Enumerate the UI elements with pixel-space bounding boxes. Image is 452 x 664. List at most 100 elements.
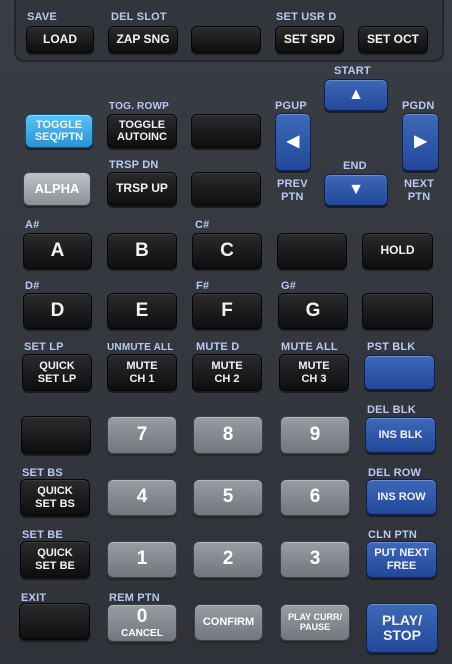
quick-set-lp-button[interactable]: QUICK SET LP: [22, 354, 92, 391]
label-end: END: [343, 160, 367, 172]
blank-key-row2[interactable]: [191, 114, 261, 148]
blank-key-row3[interactable]: [191, 172, 261, 206]
digit-3-label: 3: [309, 548, 321, 570]
digit-6-button[interactable]: 6: [280, 479, 350, 516]
digit-3-button[interactable]: 3: [280, 541, 350, 578]
insert-block-button[interactable]: INS BLK: [365, 417, 436, 453]
label-pst-blk: PST BLK: [367, 341, 416, 353]
digit-7-label: 7: [136, 423, 148, 445]
toggle-autoinc-label-line2: AUTOINC: [117, 131, 167, 143]
paste-block-button[interactable]: [364, 355, 435, 390]
mute-ch2-line1: MUTE: [211, 360, 243, 373]
note-c-label: C: [220, 239, 234, 261]
note-e-label: E: [135, 299, 149, 321]
transpose-up-button[interactable]: TRSP UP: [107, 172, 177, 206]
put-next-free-line2: FREE: [386, 559, 417, 572]
down-arrow-button[interactable]: ▼: [324, 174, 388, 206]
note-g-label: G: [305, 299, 321, 321]
mute-ch3-button[interactable]: MUTE CH 3: [279, 354, 349, 391]
label-cln-ptn: CLN PTN: [368, 529, 418, 541]
label-del-row: DEL ROW: [368, 467, 422, 479]
blank-key-row4[interactable]: [277, 233, 347, 269]
play-stop-button[interactable]: PLAY/ STOP: [366, 603, 438, 653]
play-stop-line2: STOP: [383, 627, 421, 643]
digit-2-label: 2: [222, 548, 234, 570]
zero-cancel-button[interactable]: 0 CANCEL: [107, 604, 177, 642]
mute-ch1-line2: CH 1: [129, 372, 155, 385]
right-arrow-button[interactable]: ▶: [402, 113, 439, 171]
quick-set-be-line2: SET BE: [35, 559, 75, 572]
label-a-sharp: A#: [25, 219, 40, 231]
load-button[interactable]: LOAD: [26, 26, 94, 53]
insert-row-button[interactable]: INS ROW: [366, 479, 437, 515]
note-f-button[interactable]: F: [192, 293, 262, 329]
label-pgup: PGUP: [275, 100, 307, 112]
blank-key-row1[interactable]: [191, 26, 261, 53]
digit-4-button[interactable]: 4: [107, 479, 177, 516]
alpha-label: ALPHA: [34, 180, 80, 196]
digit-9-button[interactable]: 9: [280, 416, 350, 454]
digit-6-label: 6: [309, 486, 321, 508]
left-arrow-button[interactable]: ◀: [275, 113, 311, 171]
play-current-line2: PAUSE: [299, 621, 331, 632]
mute-ch1-button[interactable]: MUTE CH 1: [107, 354, 177, 391]
quick-set-bs-button[interactable]: QUICK SET BS: [20, 479, 90, 516]
digit-7-button[interactable]: 7: [107, 416, 177, 454]
label-f-sharp: F#: [196, 280, 210, 292]
toggle-autoinc-button[interactable]: TOGGLE AUTOINC: [107, 114, 177, 148]
quick-set-lp-line2: SET LP: [37, 372, 77, 385]
mute-ch3-line1: MUTE: [298, 360, 330, 373]
set-speed-label: SET SPD: [283, 31, 336, 46]
zap-song-button[interactable]: ZAP SNG: [108, 26, 178, 53]
label-c-sharp: C#: [195, 219, 210, 231]
digit-5-button[interactable]: 5: [193, 479, 263, 516]
digit-1-button[interactable]: 1: [107, 541, 177, 578]
transpose-up-label: TRSP UP: [116, 181, 168, 196]
quick-set-be-line1: QUICK: [37, 547, 73, 560]
set-octave-button[interactable]: SET OCT: [358, 26, 428, 53]
note-e-button[interactable]: E: [107, 293, 177, 329]
left-arrow-icon: ◀: [286, 133, 300, 151]
label-next-ptn: NEXT PTN: [404, 178, 435, 203]
play-current-pause-button[interactable]: PLAY CURR/ PAUSE: [280, 604, 350, 641]
confirm-button[interactable]: CONFIRM: [194, 604, 263, 641]
quick-set-bs-line2: SET BS: [35, 497, 75, 510]
put-next-free-button[interactable]: PUT NEXT FREE: [366, 541, 437, 578]
load-label: LOAD: [43, 31, 77, 46]
mute-ch2-button[interactable]: MUTE CH 2: [192, 354, 262, 391]
put-next-free-line1: PUT NEXT: [374, 547, 429, 560]
set-octave-label: SET OCT: [366, 31, 419, 46]
digit-4-label: 4: [136, 486, 148, 508]
note-b-label: B: [135, 239, 149, 261]
hold-button[interactable]: HOLD: [362, 233, 433, 269]
note-d-button[interactable]: D: [23, 293, 92, 329]
label-pgdn: PGDN: [402, 100, 435, 112]
set-speed-button[interactable]: SET SPD: [275, 26, 344, 53]
down-arrow-icon: ▼: [348, 181, 364, 199]
toggle-seq-ptn-button[interactable]: TOGGLE SEQ/PTN: [25, 114, 93, 148]
label-set-bs: SET BS: [22, 467, 63, 479]
label-save: SAVE: [27, 11, 57, 23]
label-set-usr-d: SET USR D: [276, 11, 337, 23]
play-stop-line1: PLAY/: [382, 611, 422, 628]
quick-set-lp-line1: QUICK: [39, 360, 75, 373]
label-prev-ptn: PREV PTN: [277, 178, 308, 203]
label-unmute-all: UNMUTE ALL: [107, 342, 174, 353]
alpha-button[interactable]: ALPHA: [23, 172, 91, 206]
note-g-button[interactable]: G: [278, 293, 348, 329]
label-g-sharp: G#: [281, 280, 297, 292]
note-b-button[interactable]: B: [107, 233, 177, 269]
label-mute-d: MUTE D: [196, 341, 240, 353]
toggle-autoinc-label-line1: TOGGLE: [118, 118, 166, 131]
quick-set-be-button[interactable]: QUICK SET BE: [20, 541, 90, 578]
exit-button[interactable]: [19, 603, 90, 640]
digit-2-button[interactable]: 2: [193, 541, 263, 578]
digit-8-button[interactable]: 8: [193, 416, 263, 454]
hold-label: HOLD: [380, 243, 415, 258]
up-arrow-button[interactable]: ▲: [324, 79, 388, 111]
label-set-lp: SET LP: [24, 341, 64, 353]
blank-key-row5[interactable]: [362, 293, 433, 329]
note-a-button[interactable]: A: [23, 233, 92, 269]
blank-key-row7[interactable]: [21, 416, 91, 454]
note-c-button[interactable]: C: [192, 233, 262, 269]
